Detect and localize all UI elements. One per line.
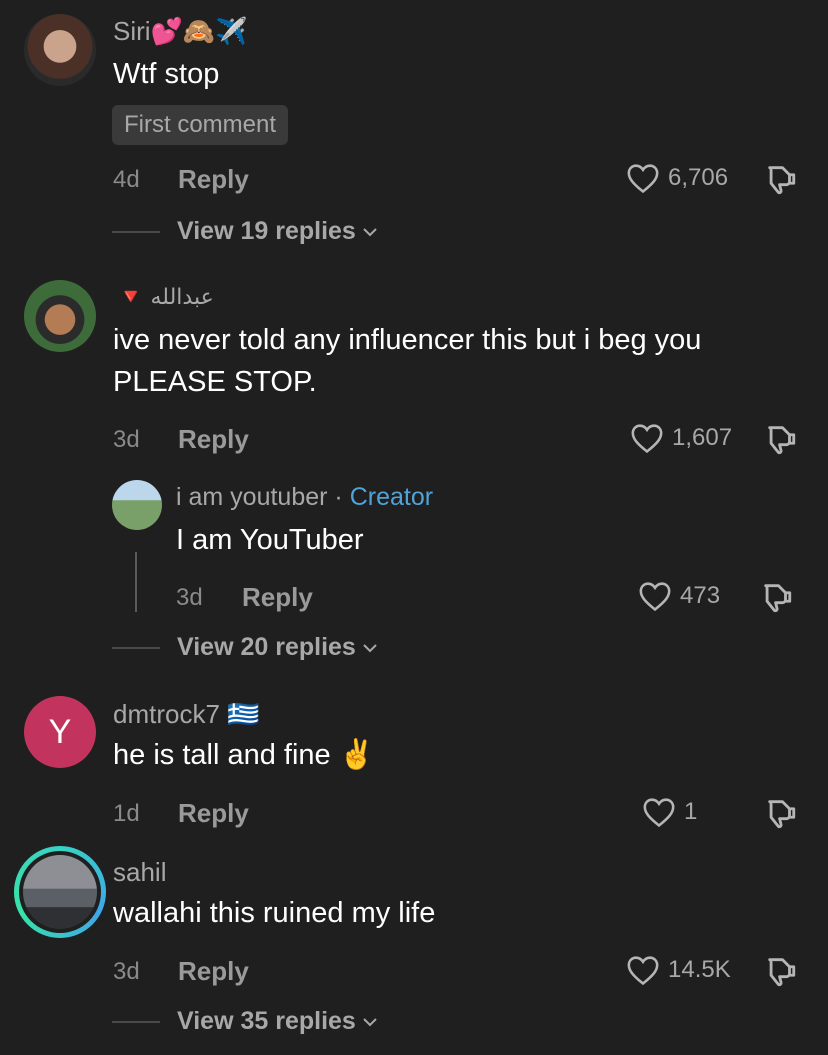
dislike-icon[interactable]: [764, 162, 798, 196]
view-replies-label: View 35 replies: [177, 1007, 356, 1035]
dislike-icon[interactable]: [760, 580, 794, 614]
comment-text: Wtf stop: [113, 58, 220, 90]
dislike-icon[interactable]: [764, 422, 798, 456]
like-button[interactable]: 1: [642, 796, 697, 828]
view-replies-button[interactable]: View 20 replies: [177, 633, 380, 662]
chevron-down-icon: [363, 227, 377, 236]
avatar-letter: Y: [48, 712, 72, 751]
comment-time: 3d: [113, 426, 140, 453]
like-button[interactable]: 14.5K: [626, 954, 731, 986]
reply-username-row: i am youtuber · Creator: [176, 483, 433, 512]
like-count: 473: [680, 582, 721, 609]
username[interactable]: Siri💕🙈✈️: [113, 16, 248, 47]
like-count: 1: [684, 798, 698, 825]
first-comment-badge: First comment: [112, 105, 289, 145]
username[interactable]: sahil: [113, 857, 166, 888]
heart-icon: [627, 164, 659, 194]
view-replies-label: View 20 replies: [177, 633, 356, 661]
like-button[interactable]: 6,706: [626, 162, 728, 194]
like-button[interactable]: 473: [638, 580, 720, 612]
heart-icon: [643, 798, 675, 828]
separator: ·: [334, 483, 343, 511]
dislike-icon[interactable]: [764, 954, 798, 988]
avatar[interactable]: Y: [24, 696, 96, 768]
chevron-down-icon: [363, 1017, 377, 1026]
creator-badge: Creator: [349, 483, 434, 511]
like-count: 14.5K: [668, 956, 731, 983]
comment-text: ive never told any influencer this but i…: [113, 324, 702, 398]
like-button[interactable]: 1,607: [630, 422, 732, 454]
comment-time: 3d: [113, 958, 140, 985]
avatar[interactable]: [112, 480, 162, 530]
username[interactable]: 🔻 عبدالله: [117, 284, 214, 310]
heart-icon: [631, 424, 663, 454]
comment-time: 3d: [176, 584, 203, 611]
chevron-down-icon: [363, 643, 377, 652]
reply-button[interactable]: Reply: [178, 798, 249, 829]
heart-icon: [627, 956, 659, 986]
avatar[interactable]: [24, 14, 96, 86]
comment-time: 4d: [113, 166, 140, 193]
reply-thread-line: [135, 552, 137, 612]
avatar[interactable]: [24, 280, 96, 352]
reply-text: I am YouTuber: [176, 524, 364, 556]
view-replies-button[interactable]: View 19 replies: [177, 217, 380, 246]
reply-button[interactable]: Reply: [242, 582, 313, 613]
like-count: 1,607: [672, 424, 733, 451]
avatar-story-ring[interactable]: [14, 846, 106, 938]
reply-button[interactable]: Reply: [178, 164, 249, 195]
reply-button[interactable]: Reply: [178, 424, 249, 455]
comment-text: he is tall and fine ✌️: [113, 739, 375, 771]
username[interactable]: i am youtuber: [176, 483, 327, 511]
view-replies-button[interactable]: View 35 replies: [177, 1007, 380, 1036]
comment-time: 1d: [113, 800, 140, 827]
view-replies-label: View 19 replies: [177, 217, 356, 245]
avatar-photo: [23, 855, 97, 929]
heart-icon: [639, 582, 671, 612]
dislike-icon[interactable]: [764, 796, 798, 830]
view-replies-divider: [112, 231, 160, 233]
view-replies-divider: [112, 647, 160, 649]
reply-button[interactable]: Reply: [178, 956, 249, 987]
view-replies-divider: [112, 1021, 160, 1023]
comment-text: wallahi this ruined my life: [113, 897, 436, 929]
username[interactable]: dmtrock7 🇬🇷: [113, 699, 260, 730]
like-count: 6,706: [668, 164, 729, 191]
